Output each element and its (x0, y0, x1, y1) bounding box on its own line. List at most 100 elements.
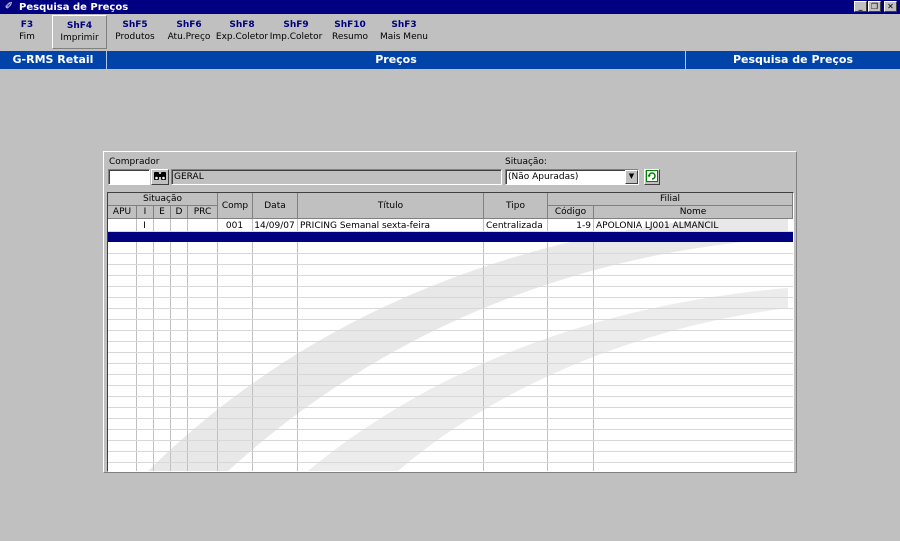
binoculars-search-icon[interactable] (151, 169, 169, 185)
comprador-code-input[interactable] (108, 169, 150, 185)
row-divider (108, 352, 793, 353)
toolbar-button-atu-preco[interactable]: ShF6 Atu.Preço (163, 15, 215, 49)
row-divider (108, 440, 793, 441)
row-divider (108, 385, 793, 386)
shortcut-key: ShF10 (334, 20, 366, 30)
header-e[interactable]: E (154, 206, 171, 219)
row-divider (108, 341, 793, 342)
module-header-band: G-RMS Retail Preços Pesquisa de Preços (0, 51, 900, 69)
toolbar-button-imp-coletor[interactable]: ShF9 Imp.Coletor (269, 15, 323, 49)
situacao-select[interactable]: (Não Apuradas) ▼ (505, 169, 639, 185)
header-comp[interactable]: Comp (218, 193, 253, 219)
cell-comp: 001 (225, 221, 244, 231)
row-divider (108, 396, 793, 397)
cell-codigo: 1-9 (576, 221, 591, 231)
title-bar: ✐ Pesquisa de Preços _ ❐ ✕ (0, 0, 900, 14)
restore-icon[interactable]: ❐ (868, 1, 881, 12)
toolbar-button-resumo[interactable]: ShF10 Resumo (323, 15, 377, 49)
button-label: Imprimir (60, 33, 99, 43)
cell-titulo: PRICING Semanal sexta-feira (300, 221, 431, 231)
header-d[interactable]: D (171, 206, 188, 219)
cell-e (153, 220, 170, 232)
button-label: Produtos (115, 32, 155, 42)
column-divider (593, 219, 594, 471)
column-divider (547, 219, 548, 471)
cell-d (170, 220, 187, 232)
column-divider (170, 219, 171, 471)
band-module-name: Preços (375, 53, 417, 66)
toolbar-button-imprimir[interactable]: ShF4 Imprimir (52, 15, 107, 49)
shortcut-key: ShF8 (229, 20, 255, 30)
button-label: Mais Menu (379, 32, 429, 42)
header-nome[interactable]: Nome (594, 206, 793, 219)
shortcut-key: ShF9 (283, 20, 309, 30)
function-key-toolbar: F3 Fim ShF4 Imprimir ShF5 Produtos ShF6 … (0, 15, 900, 51)
header-i[interactable]: I (137, 206, 154, 219)
row-divider (108, 286, 793, 287)
toolbar-button-exp-coletor[interactable]: ShF8 Exp.Coletor (215, 15, 269, 49)
toolbar-button-fim[interactable]: F3 Fim (2, 15, 52, 49)
shortcut-key: ShF6 (176, 20, 202, 30)
cell-nome: APOLONIA LJ001 ALMANCIL (596, 221, 719, 231)
button-label: Imp.Coletor (269, 32, 323, 42)
header-apu[interactable]: APU (108, 206, 137, 219)
cell-prc (187, 220, 217, 232)
toolbar-button-mais-menu[interactable]: ShF3 Mais Menu (377, 15, 431, 49)
column-divider (297, 219, 298, 471)
row-divider (108, 297, 793, 298)
column-divider (187, 219, 188, 471)
row-divider (108, 407, 793, 408)
row-divider (108, 319, 793, 320)
header-titulo[interactable]: Título (298, 193, 484, 219)
selected-row[interactable] (108, 232, 793, 242)
row-divider (108, 330, 793, 331)
row-divider (108, 451, 793, 452)
row-divider (108, 429, 793, 430)
column-divider (483, 219, 484, 471)
column-divider (252, 219, 253, 471)
column-divider (217, 219, 218, 471)
header-group-situacao: Situação (108, 193, 218, 206)
shortcut-key: ShF5 (122, 20, 148, 30)
button-label: Exp.Coletor (215, 32, 269, 42)
price-survey-grid[interactable]: Situação Comp Data Título Tipo Filial AP… (107, 192, 794, 472)
shortcut-key: ShF4 (66, 21, 93, 31)
chevron-down-icon[interactable]: ▼ (625, 170, 638, 184)
header-tipo[interactable]: Tipo (484, 193, 548, 219)
cell-apu (108, 220, 136, 232)
cell-data: 14/09/07 (254, 221, 295, 231)
window-controls: _ ❐ ✕ (854, 1, 897, 12)
cell-i: I (143, 221, 146, 231)
comprador-name-display: GERAL (171, 169, 502, 185)
row-divider (108, 374, 793, 375)
button-label: Resumo (331, 32, 369, 42)
comprador-label: Comprador (109, 157, 160, 167)
header-data[interactable]: Data (253, 193, 298, 219)
minimize-icon[interactable]: _ (854, 1, 867, 12)
row-divider (108, 275, 793, 276)
row-divider (108, 462, 793, 463)
column-divider (136, 219, 137, 471)
search-panel: Comprador GERAL Situação: (Não Apuradas)… (103, 151, 797, 473)
row-divider (108, 363, 793, 364)
header-group-filial: Filial (548, 193, 793, 206)
column-divider (153, 219, 154, 471)
shortcut-key: F3 (20, 20, 34, 30)
situacao-selected-value: (Não Apuradas) (508, 172, 579, 182)
row-divider (108, 253, 793, 254)
shortcut-key: ShF3 (391, 20, 417, 30)
header-prc[interactable]: PRC (188, 206, 218, 219)
button-label: Fim (19, 32, 35, 42)
refresh-icon[interactable] (644, 169, 660, 185)
app-icon: ✐ (4, 1, 14, 12)
header-codigo[interactable]: Código (548, 206, 594, 219)
band-screen-name: Pesquisa de Preços (732, 53, 854, 66)
toolbar-button-produtos[interactable]: ShF5 Produtos (107, 15, 163, 49)
cell-tipo: Centralizada (486, 221, 543, 231)
situacao-label: Situação: (505, 157, 547, 167)
close-icon[interactable]: ✕ (884, 1, 897, 12)
band-product-name: G-RMS Retail (12, 53, 94, 66)
row-divider (108, 418, 793, 419)
row-divider (108, 264, 793, 265)
row-divider (108, 308, 793, 309)
